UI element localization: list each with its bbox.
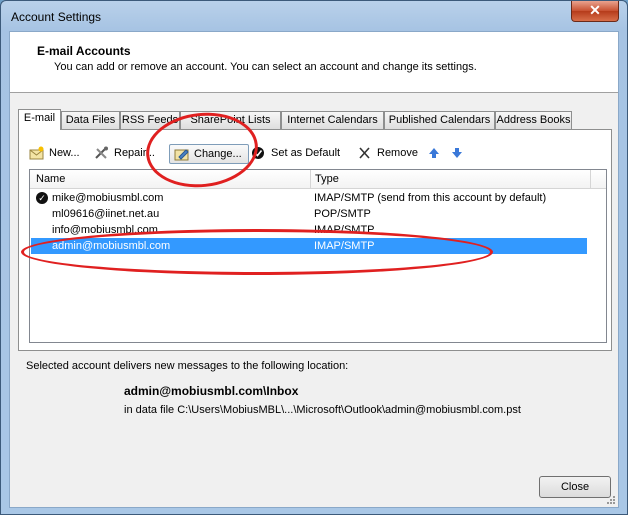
account-name: mike@mobiusmbl.com [52,192,164,204]
check-circle-icon [251,146,267,160]
tab-email[interactable]: E-mail [18,109,61,130]
page-title: E-mail Accounts [37,44,131,58]
table-row[interactable]: ✓ mike@mobiusmbl.com IMAP/SMTP (send fro… [31,190,587,206]
tab-sharepoint-lists[interactable]: SharePoint Lists [180,111,281,129]
window-title: Account Settings [11,10,102,24]
tab-rss-feeds[interactable]: RSS Feeds [120,111,180,129]
account-name: info@mobiusmbl.com [52,224,158,236]
repair-label: Repair... [114,147,155,159]
data-file-path: in data file C:\Users\MobiusMBL\...\Micr… [124,404,521,416]
tab-address-books[interactable]: Address Books [495,111,572,129]
account-name: ml09616@iinet.net.au [52,208,160,220]
table-row[interactable]: info@mobiusmbl.com IMAP/SMTP [31,222,587,238]
title-bar: Account Settings ✕ [1,1,627,31]
table-row[interactable]: ml09616@iinet.net.au POP/SMTP [31,206,587,222]
change-label: Change... [194,148,242,160]
account-type: IMAP/SMTP [314,224,375,236]
tools-icon [94,146,110,160]
new-mail-icon [29,146,45,160]
column-header-name[interactable]: Name [36,173,65,185]
account-type: IMAP/SMTP [314,240,375,252]
delivery-description: Selected account delivers new messages t… [26,360,349,372]
list-header: Name Type [30,170,606,189]
new-label: New... [49,147,80,159]
page-subtitle: You can add or remove an account. You ca… [54,61,477,73]
arrow-up-icon [428,146,444,160]
edit-account-icon [174,147,190,161]
column-divider[interactable] [310,170,311,188]
delivery-location: admin@mobiusmbl.com\Inbox [124,384,299,398]
column-header-type[interactable]: Type [315,173,339,185]
accounts-list[interactable]: Name Type ✓ mike@mobiusmbl.com IMAP/SMTP… [29,169,607,343]
remove-button[interactable]: Remove [357,144,418,162]
move-up-button[interactable] [428,144,448,162]
tab-published-calendars[interactable]: Published Calendars [384,111,495,129]
default-account-check-icon: ✓ [36,192,48,204]
tab-data-files[interactable]: Data Files [61,111,120,129]
set-default-button[interactable]: Set as Default [251,144,340,162]
window-close-button[interactable]: ✕ [571,1,619,22]
arrow-down-icon [451,146,467,160]
new-button[interactable]: New... [29,144,80,162]
header-banner: E-mail Accounts You can add or remove an… [10,32,618,93]
set-default-label: Set as Default [271,147,341,159]
change-button[interactable]: Change... [169,144,249,164]
table-row-selected[interactable]: admin@mobiusmbl.com IMAP/SMTP [31,238,587,254]
repair-button[interactable]: Repair... [94,144,155,162]
account-type: IMAP/SMTP (send from this account by def… [314,192,547,204]
tab-internet-calendars[interactable]: Internet Calendars [281,111,384,129]
email-tab-panel: New... Repair... Change... Set as Defaul… [18,129,612,351]
remove-label: Remove [377,147,418,159]
resize-grip-icon[interactable] [606,495,616,505]
dialog-window: Account Settings ✕ E-mail Accounts You c… [0,0,628,515]
close-button[interactable]: Close [539,476,611,498]
dialog-client: E-mail Accounts You can add or remove an… [9,31,619,508]
account-type: POP/SMTP [314,208,371,220]
column-divider[interactable] [590,170,591,188]
remove-x-icon [357,146,373,160]
account-name: admin@mobiusmbl.com [52,240,171,252]
move-down-button[interactable] [451,144,471,162]
